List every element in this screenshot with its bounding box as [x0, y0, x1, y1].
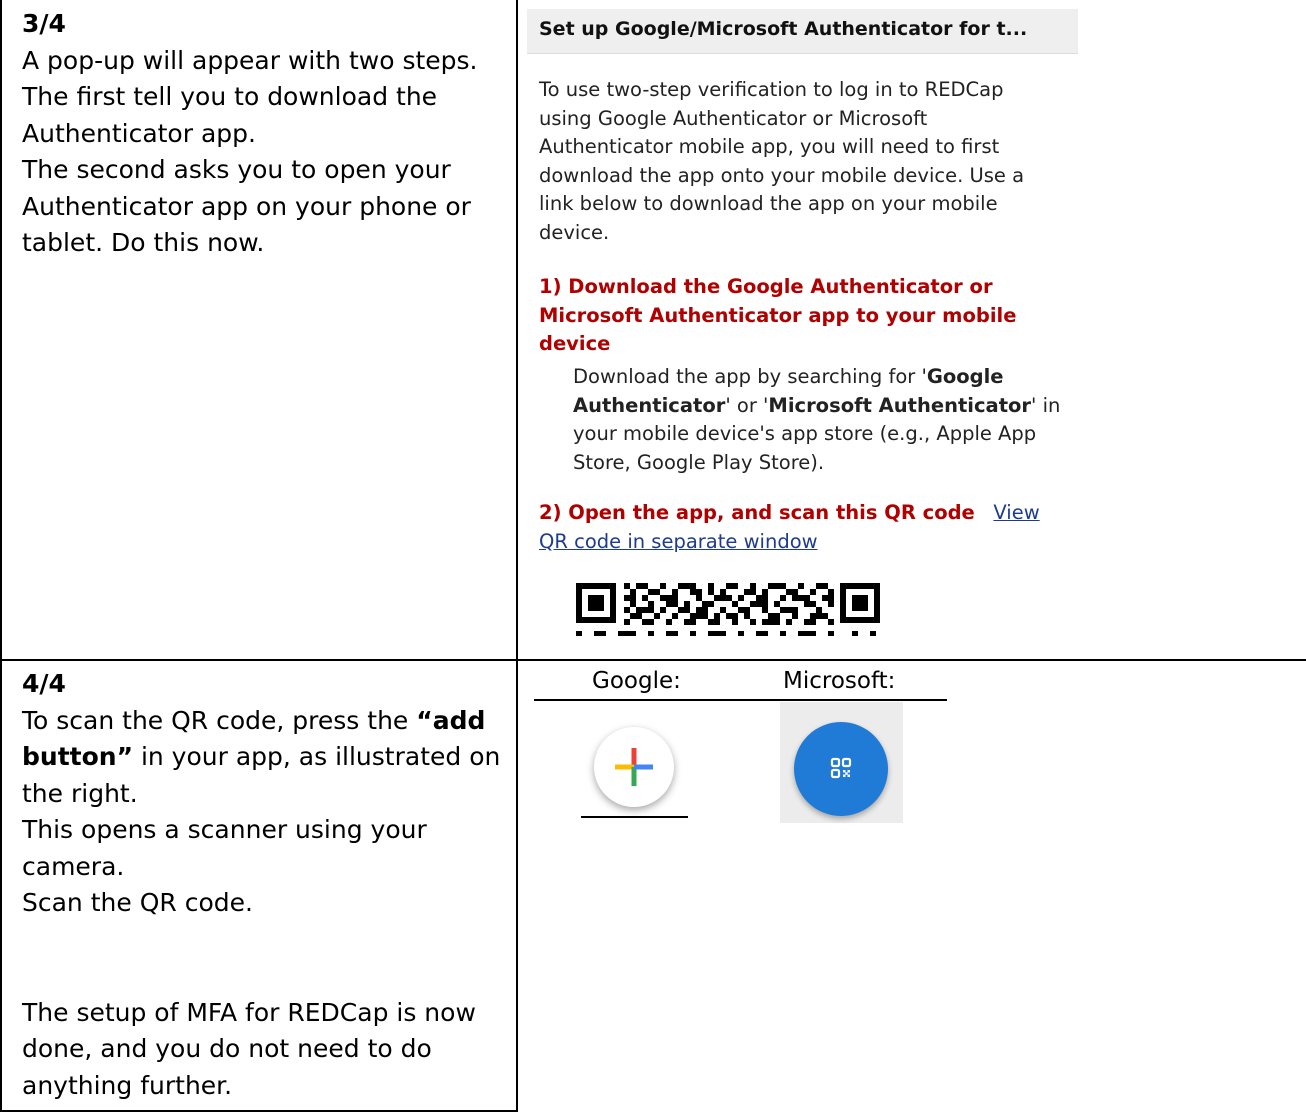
view-qr-link-continued[interactable]: QR code in separate window: [539, 528, 1040, 557]
step3-line: Authenticator app.: [22, 118, 256, 148]
label-underline: [534, 699, 947, 701]
step3-label: 3/4: [22, 9, 66, 38]
step3-line: The second asks you to open your: [22, 155, 451, 184]
view-qr-link[interactable]: View: [993, 501, 1039, 524]
dialog-step1-description: Download the app by searching for 'Googl…: [573, 363, 1060, 477]
dialog-intro-line: To use two-step verification to log in t…: [539, 78, 1004, 101]
google-image-underline: [581, 816, 688, 818]
step4-text: 4/4 To scan the QR code, press the “add …: [22, 666, 500, 1104]
step3-line: The first tell you to download the: [22, 82, 438, 111]
dialog-title: Set up Google/Microsoft Authenticator fo…: [539, 18, 1028, 40]
desc-text: Download the app by searching for ': [573, 365, 927, 388]
step4-line: the right.: [22, 778, 138, 808]
step4-line: anything further.: [22, 1070, 233, 1100]
google-add-button: [594, 727, 674, 807]
desc-text: Store, Google Play Store).: [573, 450, 825, 474]
step4-line: Scan the QR code.: [22, 888, 253, 917]
table-border-left: [0, 0, 2, 1112]
qr-code: [576, 579, 880, 636]
dialog-intro-line: Authenticator mobile app, you will need …: [539, 135, 1000, 158]
step4-line: This opens a scanner using your: [22, 815, 427, 844]
google-label: Google:: [592, 668, 681, 694]
step4-bold: button”: [22, 742, 133, 771]
desc-text: ' in: [1031, 393, 1061, 417]
dialog-step1-line: 1) Download the Google Authenticator or: [539, 275, 993, 298]
microsoft-add-button-image: [780, 702, 903, 823]
dialog-intro-line: using Google Authenticator or Microsoft: [539, 106, 928, 130]
microsoft-label: Microsoft:: [783, 668, 896, 694]
qr-code-graphic: [576, 583, 880, 636]
step4-line: camera.: [22, 851, 125, 881]
dialog-intro-line: device.: [539, 220, 610, 244]
step3-line: Authenticator app on your phone or: [22, 191, 471, 221]
google-add-button-image: [581, 705, 688, 817]
desc-bold: Authenticator: [573, 393, 726, 417]
step4-bold: “add: [416, 705, 486, 735]
dialog-step1-line: device: [539, 332, 611, 355]
dialog-intro-line: link below to download the app on your m…: [539, 192, 998, 215]
desc-text: ' or ': [725, 393, 769, 417]
dialog-step1-line: Microsoft Authenticator app to your mobi…: [539, 303, 1017, 327]
dialog-title-bar: Set up Google/Microsoft Authenticator fo…: [527, 9, 1078, 54]
step4-line: The setup of MFA for REDCap is now: [22, 997, 476, 1027]
dialog-intro: To use two-step verification to log in t…: [539, 76, 1024, 247]
qr-scan-icon: [830, 757, 852, 779]
desc-bold: Google: [926, 365, 1004, 388]
step4-line: To scan the QR code, press the: [22, 705, 417, 735]
step4-line: in your app, as illustrated on: [133, 742, 501, 771]
dialog-step1-heading: 1) Download the Google Authenticator or …: [539, 273, 1016, 359]
dialog-step2: 2) Open the app, and scan this QR code V…: [539, 499, 1040, 556]
step3-text: 3/4 A pop-up will appear with two steps.…: [22, 6, 478, 262]
step3-line: A pop-up will appear with two steps.: [22, 45, 478, 75]
desc-bold: Microsoft Authenticator: [768, 393, 1032, 417]
table-divider-vertical: [516, 0, 518, 1112]
plus-add-icon: [615, 748, 653, 786]
microsoft-add-button: [794, 722, 888, 816]
table-divider-horizontal: [0, 659, 1306, 661]
dialog-intro-line: download the app onto your mobile device…: [539, 163, 1025, 187]
desc-text: your mobile device's app store (e.g., Ap…: [573, 422, 1037, 445]
step3-line: tablet. Do this now.: [22, 228, 265, 257]
step4-label: 4/4: [22, 669, 66, 698]
dialog-step2-heading: 2) Open the app, and scan this QR code: [539, 501, 975, 524]
step4-line: done, and you do not need to do: [22, 1034, 432, 1063]
